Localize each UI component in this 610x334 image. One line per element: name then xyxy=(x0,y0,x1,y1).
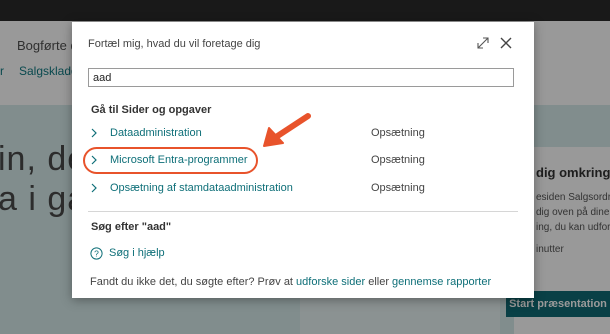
result-label: Opsætning af stamdataadministration xyxy=(110,182,293,194)
chevron-right-icon xyxy=(91,128,97,138)
browse-reports-link[interactable]: gennemse rapporter xyxy=(392,276,491,288)
search-input[interactable] xyxy=(88,68,514,87)
explore-pages-link[interactable]: udforske sider xyxy=(296,276,365,288)
close-icon[interactable] xyxy=(498,35,514,51)
expand-icon[interactable] xyxy=(476,36,490,50)
help-label: Søg i hjælp xyxy=(109,247,165,259)
result-category: Opsætning xyxy=(371,127,425,139)
highlight-ring xyxy=(83,147,258,174)
result-item[interactable]: Opsætning af stamdataadministration Opsæ… xyxy=(88,179,516,199)
divider xyxy=(88,211,518,212)
footer-mid: eller xyxy=(365,276,393,288)
section-heading-search: Søg efter "aad" xyxy=(91,221,172,233)
footer-text: Fandt du ikke det, du søgte efter? Prøv … xyxy=(90,276,491,288)
footer-prefix: Fandt du ikke det, du søgte efter? Prøv … xyxy=(90,276,297,288)
chevron-right-icon xyxy=(91,183,97,193)
result-category: Opsætning xyxy=(371,154,425,166)
dialog-title: Fortæl mig, hvad du vil foretage dig xyxy=(88,38,261,50)
svg-text:?: ? xyxy=(94,249,99,259)
annotation-arrow xyxy=(263,113,311,147)
help-circle-icon: ? xyxy=(90,247,103,260)
result-category: Opsætning xyxy=(371,182,425,194)
section-heading-pages: Gå til Sider og opgaver xyxy=(91,104,212,116)
result-label: Dataadministration xyxy=(110,127,202,139)
